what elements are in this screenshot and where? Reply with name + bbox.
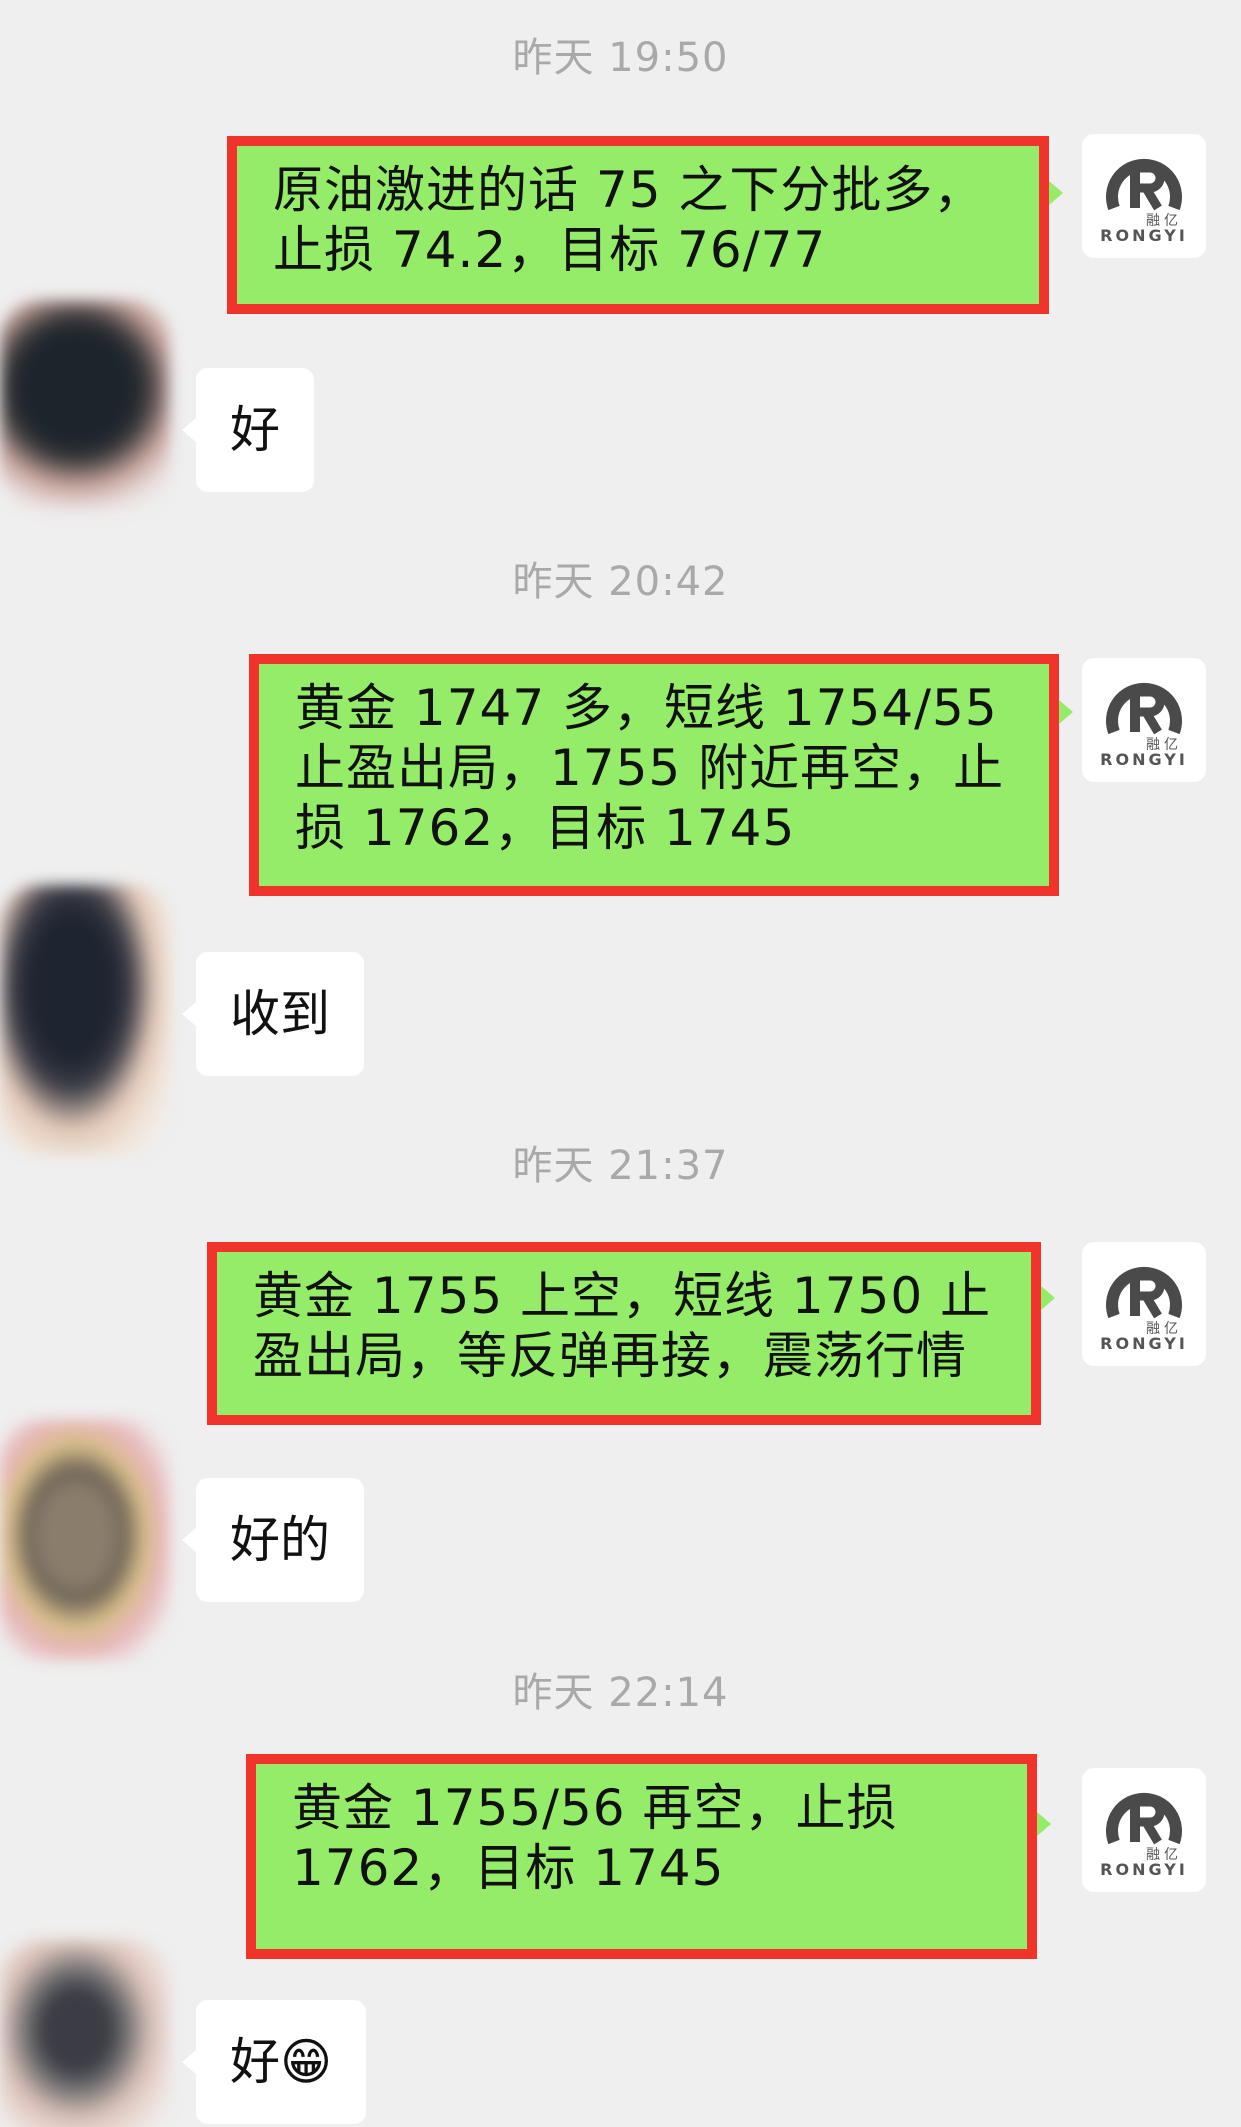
bubble-tail (1049, 181, 1063, 205)
incoming-message-bubble[interactable]: 好 (196, 368, 314, 492)
logo-brand-text: RONGYI (1100, 750, 1188, 769)
rongyi-logo-icon (1106, 1266, 1182, 1319)
bubble-tail (182, 2050, 196, 2074)
sender-avatar[interactable]: 融亿 RONGYI (1082, 1242, 1206, 1366)
rongyi-logo-icon (1106, 158, 1182, 211)
timestamp: 昨天 19:50 (512, 35, 729, 81)
incoming-message-bubble[interactable]: 好😁 (196, 2000, 367, 2124)
sender-avatar[interactable]: 融亿 RONGYI (1082, 658, 1206, 782)
bubble-tail (182, 418, 196, 442)
bubble-tail (182, 1002, 196, 1026)
contact-avatar[interactable] (0, 1940, 170, 2127)
message-text: 黄金 1755 上空，短线 1750 止盈出局，等反弹再接，震荡行情 (253, 1267, 992, 1385)
incoming-message-bubble[interactable]: 收到 (196, 952, 364, 1076)
bubble-tail (1059, 700, 1073, 724)
incoming-message-bubble[interactable]: 好的 (196, 1478, 364, 1602)
outgoing-message-bubble[interactable]: 黄金 1747 多，短线 1754/55 止盈出局，1755 附近再空，止损 1… (249, 654, 1059, 896)
timestamp: 昨天 20:42 (512, 559, 729, 605)
message-text: 好的 (230, 1511, 330, 1569)
contact-avatar[interactable] (0, 885, 170, 1155)
message-text: 原油激进的话 75 之下分批多，止损 74.2，目标 76/77 (273, 161, 985, 279)
outgoing-message-bubble[interactable]: 原油激进的话 75 之下分批多，止损 74.2，目标 76/77 (227, 136, 1049, 314)
outgoing-message-bubble[interactable]: 黄金 1755 上空，短线 1750 止盈出局，等反弹再接，震荡行情 (207, 1242, 1041, 1425)
bubble-tail (1041, 1286, 1055, 1310)
rongyi-logo-icon (1106, 682, 1182, 735)
outgoing-message-bubble[interactable]: 黄金 1755/56 再空，止损 1762，目标 1745 (246, 1754, 1037, 1959)
timestamp: 昨天 22:14 (512, 1670, 729, 1716)
sender-avatar[interactable]: 融亿 RONGYI (1082, 134, 1206, 258)
chat-history: 昨天 19:50 原油激进的话 75 之下分批多，止损 74.2，目标 76/7… (0, 0, 1241, 2127)
logo-brand-text: RONGYI (1100, 226, 1188, 245)
message-text: 好 (230, 401, 280, 459)
message-text: 收到 (230, 985, 330, 1043)
message-text: 黄金 1755/56 再空，止损 1762，目标 1745 (292, 1779, 898, 1897)
timestamp: 昨天 21:37 (512, 1143, 729, 1189)
logo-brand-text: RONGYI (1100, 1334, 1188, 1353)
contact-avatar[interactable] (0, 300, 170, 510)
message-text: 黄金 1747 多，短线 1754/55 止盈出局，1755 附近再空，止损 1… (295, 679, 1005, 857)
rongyi-logo-icon (1106, 1792, 1182, 1845)
bubble-tail (182, 1528, 196, 1552)
sender-avatar[interactable]: 融亿 RONGYI (1082, 1768, 1206, 1892)
message-text: 好😁 (230, 2033, 333, 2091)
contact-avatar[interactable] (0, 1420, 170, 1660)
logo-brand-text: RONGYI (1100, 1860, 1188, 1879)
bubble-tail (1037, 1812, 1051, 1836)
